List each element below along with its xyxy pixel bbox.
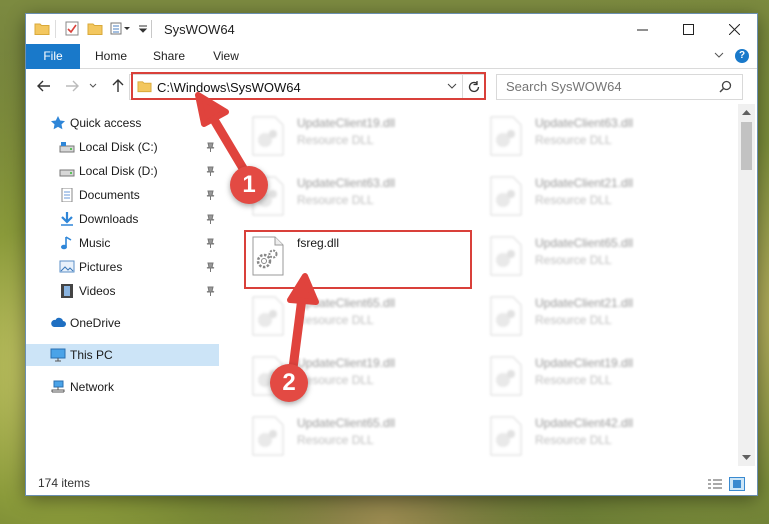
arrow-step-2	[287, 273, 319, 373]
annotation-arrows	[195, 92, 319, 373]
step-1-badge: 1	[230, 166, 268, 204]
step-2-badge: 2	[270, 364, 308, 402]
